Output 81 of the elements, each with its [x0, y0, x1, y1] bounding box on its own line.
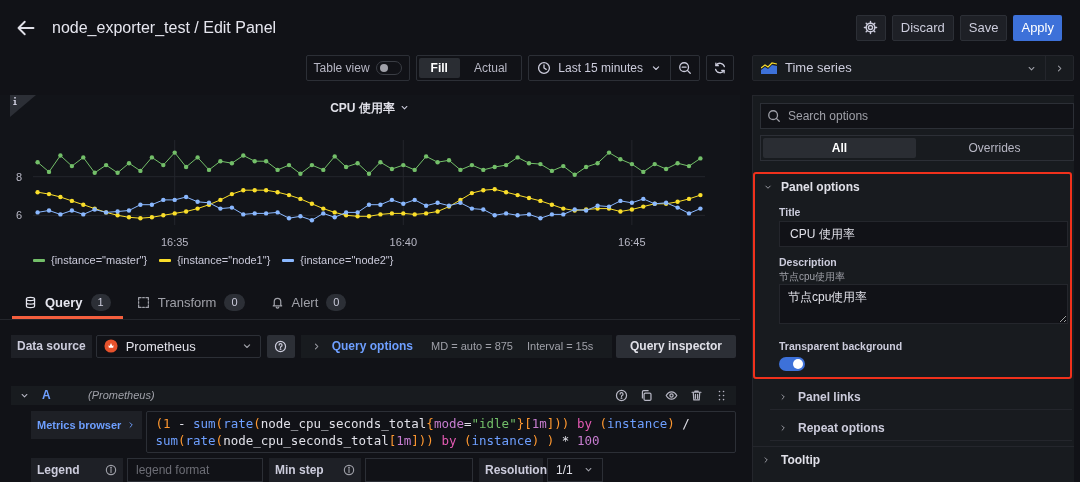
info-icon — [105, 463, 117, 476]
metrics-browser-button[interactable]: Metrics browser — [31, 410, 143, 439]
x-axis-label: 16:45 — [618, 236, 646, 248]
trash-icon[interactable] — [690, 388, 703, 402]
legend-swatch — [282, 258, 295, 262]
query-options-bar[interactable]: Query options MD = auto = 875 Interval = 15s — [300, 335, 612, 358]
help-button[interactable] — [266, 335, 295, 358]
database-icon — [24, 296, 37, 309]
legend-label[interactable]: {instance="node2"} — [300, 251, 394, 269]
field-label: Resolution — [485, 461, 547, 479]
query-option-value: Interval = 15s — [527, 339, 594, 354]
field-description: 节点cpu使用率 — [779, 270, 847, 283]
search-icon — [767, 109, 781, 123]
count-badge: 1 — [90, 294, 111, 311]
resolution-select[interactable]: 1/1 — [547, 457, 603, 482]
help-icon[interactable] — [615, 388, 628, 402]
section-header[interactable]: Panel options — [755, 174, 1070, 200]
query-option-value: MD = auto = 875 — [431, 339, 513, 354]
code-line: sum(rate(node_cpu_seconds_total[1m])) by (instance) ) * 100 — [155, 431, 601, 449]
x-axis-label: 16:35 — [160, 236, 189, 248]
query-source: (Prometheus) — [88, 387, 156, 403]
query-tab[interactable]: Transform 0 — [124, 289, 257, 319]
copy-icon[interactable] — [640, 388, 653, 402]
y-axis-label: 8 — [15, 170, 22, 183]
y-axis-label: 6 — [15, 209, 22, 222]
size-mode-option[interactable]: Actual — [461, 58, 520, 78]
header-button[interactable]: Discard — [891, 14, 954, 41]
query-editor[interactable]: (1 - sum(rate(node_cpu_seconds_total{mode="idle"}[1m])) by (instance) / sum(rate(node_cpu_seconds_total[1m])) by (instance) ) * 100 — [146, 410, 736, 453]
field-label: Description — [779, 255, 838, 270]
legend-label[interactable]: {instance="node1"} — [177, 251, 271, 269]
code-line: (1 - sum(rate(node_cpu_seconds_total{mode="idle"}[1m])) by (instance) / — [155, 414, 691, 432]
table-view-toggle[interactable]: Table view — [305, 55, 410, 81]
text-field[interactable]: legend format — [127, 457, 263, 482]
header-button[interactable]: Save — [959, 14, 1008, 41]
count-badge: 0 — [326, 294, 347, 311]
size-mode-option[interactable]: Fill — [418, 58, 460, 78]
count-badge: 0 — [224, 294, 245, 311]
legend-swatch — [159, 258, 172, 262]
section-header[interactable]: Tooltip — [753, 446, 1074, 472]
legend-label[interactable]: {instance="master"} — [51, 251, 148, 269]
settings-icon — [863, 20, 879, 35]
text-field[interactable] — [365, 457, 473, 482]
field-label: Title — [779, 205, 802, 220]
chevron-down-icon — [763, 182, 773, 192]
query-inspector-button[interactable]: Query inspector — [615, 335, 736, 358]
description-field[interactable]: 节点cpu使用率 — [779, 284, 1068, 324]
info-icon — [13, 97, 17, 105]
legend-swatch — [33, 258, 45, 262]
field-label: Data source — [11, 335, 92, 358]
query-options-label[interactable]: Query options — [331, 337, 414, 356]
refresh-button[interactable] — [706, 55, 734, 81]
toggle-switch[interactable] — [375, 61, 402, 75]
data-source-select[interactable]: Prometheus — [95, 335, 261, 358]
query-ref[interactable]: A — [42, 386, 72, 405]
field-label: Min step — [275, 461, 325, 479]
options-tab[interactable]: All — [763, 138, 916, 158]
section-header[interactable]: Repeat options — [770, 415, 1072, 441]
options-tab[interactable]: Overrides — [918, 138, 1071, 158]
panel-title[interactable]: CPU 使用率 — [330, 98, 395, 117]
title-field[interactable]: CPU 使用率 — [779, 221, 1068, 247]
eye-icon[interactable] — [665, 388, 678, 402]
info-icon — [343, 463, 355, 476]
section-header[interactable]: Panel links — [770, 384, 1072, 410]
x-axis-label: 16:40 — [389, 236, 418, 248]
field-label: Legend — [37, 461, 81, 479]
zoom-out-icon — [678, 61, 692, 75]
area-chart-icon — [761, 62, 777, 74]
search-field[interactable]: Search options — [760, 103, 1074, 129]
toggle-label: Table view — [313, 60, 370, 77]
page-title: node_exporter_test / Edit Panel — [52, 17, 278, 38]
field-label: Transparent background — [779, 339, 904, 354]
refresh-icon — [713, 61, 727, 75]
settings-button[interactable] — [855, 14, 886, 41]
clock-icon — [537, 61, 552, 75]
apply-button[interactable]: Apply — [1013, 14, 1062, 41]
help-icon — [274, 339, 288, 353]
toggle-switch[interactable] — [779, 357, 805, 371]
flame-logo-icon — [103, 339, 118, 354]
query-tab[interactable]: Alert 0 — [258, 289, 359, 319]
bell-icon — [270, 296, 284, 309]
query-tab[interactable]: Query 1 — [12, 289, 123, 319]
